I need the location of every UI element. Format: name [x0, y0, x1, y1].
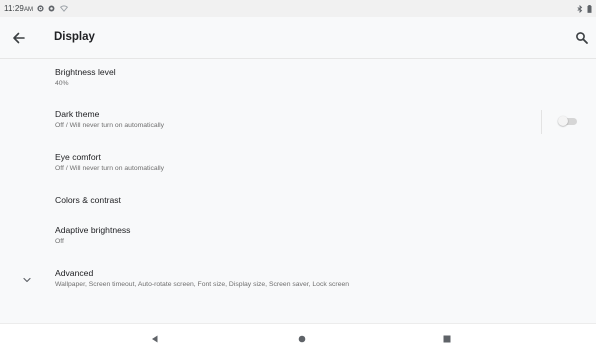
setting-summary: Wallpaper, Screen timeout, Auto-rotate s… — [55, 281, 350, 288]
recents-square-icon — [442, 331, 452, 348]
nav-back-button[interactable] — [150, 331, 160, 343]
setting-brightness-level[interactable]: Brightness level 40% — [0, 59, 596, 101]
status-time-value: 11:29 — [4, 4, 24, 13]
home-circle-icon — [297, 331, 307, 348]
back-button[interactable] — [10, 29, 28, 47]
dark-theme-toggle[interactable] — [558, 116, 578, 126]
page-title: Display — [54, 31, 95, 43]
battery-icon — [587, 5, 594, 13]
setting-adaptive-brightness[interactable]: Adaptive brightness Off — [0, 215, 596, 257]
setting-title: Brightness level — [55, 67, 116, 77]
setting-title: Advanced — [55, 268, 94, 278]
toggle-divider — [541, 110, 542, 134]
setting-colors-contrast[interactable]: Colors & contrast — [0, 185, 596, 215]
setting-eye-comfort[interactable]: Eye comfort Off / Will never turn on aut… — [0, 143, 596, 185]
navigation-bar — [0, 323, 596, 346]
arrow-back-icon — [10, 32, 28, 51]
setting-title: Adaptive brightness — [55, 225, 131, 235]
chevron-down-icon — [22, 272, 32, 283]
status-time-ampm: AM — [23, 7, 34, 13]
nav-recents-button[interactable] — [442, 331, 452, 343]
nav-home-button[interactable] — [297, 331, 307, 343]
setting-summary: 40% — [55, 80, 69, 87]
setting-summary: Off / Will never turn on automatically — [55, 165, 165, 172]
back-triangle-icon — [150, 331, 160, 348]
status-bar: 11:29AM — [0, 0, 596, 17]
settings-list: Brightness level 40% Dark theme Off / Wi… — [0, 59, 596, 323]
app-bar: Display — [0, 17, 596, 59]
setting-advanced[interactable]: Advanced Wallpaper, Screen timeout, Auto… — [0, 257, 596, 299]
setting-title: Colors & contrast — [55, 195, 121, 205]
wifi-icon — [60, 5, 68, 12]
shield-icon — [48, 5, 55, 12]
setting-title: Dark theme — [55, 109, 100, 119]
setting-dark-theme[interactable]: Dark theme Off / Will never turn on auto… — [0, 101, 596, 143]
toggle-thumb — [558, 116, 568, 126]
setting-summary: Off / Will never turn on automatically — [55, 122, 165, 129]
setting-title: Eye comfort — [55, 152, 101, 162]
bluetooth-icon — [577, 5, 584, 13]
setting-summary: Off — [55, 238, 64, 245]
search-button[interactable] — [575, 31, 589, 45]
status-time: 11:29AM — [4, 4, 33, 13]
gear-icon — [37, 5, 44, 12]
search-icon — [575, 32, 589, 49]
